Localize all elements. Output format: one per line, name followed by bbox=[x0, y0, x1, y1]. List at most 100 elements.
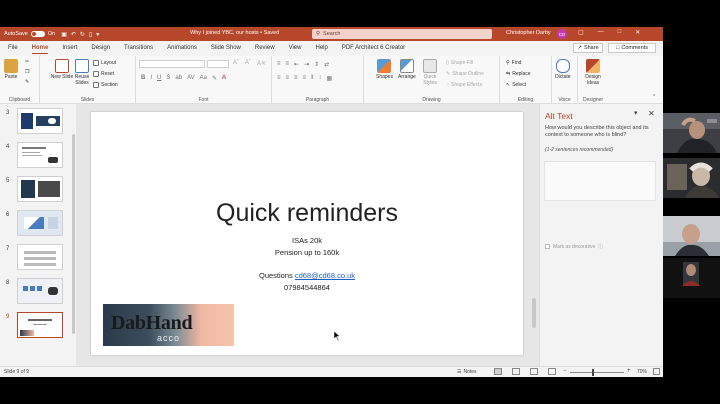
thumbnail-slide-9[interactable]: 9 bbox=[0, 312, 76, 344]
maximize-icon[interactable]: □ bbox=[618, 29, 622, 36]
italic-icon[interactable]: I bbox=[150, 75, 152, 82]
font-name-box[interactable] bbox=[139, 60, 205, 68]
zoom-level[interactable]: 70% bbox=[637, 369, 647, 375]
tab-review[interactable]: Review bbox=[255, 45, 275, 51]
highlight-icon[interactable]: ✎ bbox=[212, 75, 217, 82]
thumbnail-slide-7[interactable]: 7 bbox=[0, 244, 76, 276]
tab-slide-show[interactable]: Slide Show bbox=[211, 45, 241, 51]
case-icon[interactable]: Aa bbox=[200, 75, 207, 82]
reuse-slides-button[interactable]: Reuse Slides bbox=[71, 59, 93, 86]
font-size-box[interactable] bbox=[207, 60, 229, 68]
thumbnail-scroll-knob[interactable] bbox=[72, 134, 75, 334]
dabhand-logo[interactable]: DabHand acco bbox=[103, 304, 234, 346]
save-icon[interactable]: ▣ bbox=[61, 31, 67, 38]
shape-outline-button[interactable]: ✎ Shape Outline bbox=[446, 71, 484, 77]
zoom-in-icon[interactable]: + bbox=[627, 368, 631, 374]
decrease-font-icon[interactable]: Aˇ bbox=[245, 60, 251, 66]
normal-view-icon[interactable] bbox=[494, 368, 502, 375]
slide-scroll-knob[interactable] bbox=[532, 298, 536, 328]
fit-to-window-icon[interactable] bbox=[653, 368, 660, 375]
slide-sorter-icon[interactable] bbox=[512, 368, 520, 375]
participant-video-4[interactable] bbox=[663, 258, 720, 298]
clear-format-icon[interactable]: A✕ bbox=[257, 60, 266, 67]
strikethrough-icon[interactable]: ab bbox=[175, 75, 182, 82]
increase-font-icon[interactable]: Aˆ bbox=[233, 60, 239, 66]
dictate-button[interactable]: Dictate bbox=[555, 59, 571, 80]
reset-button[interactable]: Reset bbox=[93, 71, 114, 77]
paste-button[interactable]: Paste bbox=[4, 59, 18, 80]
participant-video-3[interactable] bbox=[663, 216, 720, 256]
avatar[interactable]: CD bbox=[557, 29, 567, 39]
bullets-icon[interactable]: ≡ bbox=[277, 61, 281, 68]
undo-icon[interactable]: ↶ bbox=[71, 31, 76, 38]
zoom-slider-knob[interactable] bbox=[592, 369, 594, 376]
slide-line-pension[interactable]: Pension up to 160k bbox=[91, 248, 523, 257]
autosave-toggle[interactable] bbox=[30, 31, 45, 37]
comments-button[interactable]: □ Comments bbox=[608, 43, 656, 53]
line-spacing-icon[interactable]: ⇕ bbox=[314, 61, 319, 68]
tab-help[interactable]: Help bbox=[315, 45, 327, 51]
bold-icon[interactable]: B bbox=[141, 75, 145, 82]
thumbnail-slide-4[interactable]: 4 bbox=[0, 142, 76, 174]
pane-close-icon[interactable]: ✕ bbox=[648, 109, 655, 118]
shape-effects-button[interactable]: ○ Shape Effects bbox=[446, 82, 482, 88]
thumbnail-slide-8[interactable]: 8 bbox=[0, 278, 76, 310]
reading-view-icon[interactable] bbox=[530, 368, 538, 375]
quick-styles-button[interactable]: Quick Styles bbox=[420, 59, 440, 86]
spacing-icon[interactable]: AV bbox=[187, 75, 195, 82]
close-icon[interactable]: ✕ bbox=[635, 29, 640, 36]
notes-button[interactable]: ☰ Notes bbox=[457, 369, 477, 375]
replace-button[interactable]: ⇆ Replace bbox=[506, 71, 531, 77]
thumbnail-slide-3[interactable]: 3 bbox=[0, 108, 76, 140]
align-text-icon[interactable]: ↕ bbox=[319, 75, 322, 82]
share-button[interactable]: ↗ Share bbox=[573, 43, 603, 53]
font-color-icon[interactable]: A bbox=[222, 75, 226, 82]
document-title[interactable]: Why I joined YBC, our hosts • Saved bbox=[190, 30, 279, 36]
align-right-icon[interactable]: ≡ bbox=[294, 75, 298, 82]
decrease-indent-icon[interactable]: ⇤ bbox=[294, 61, 299, 68]
format-painter-icon[interactable]: ✎ bbox=[25, 79, 29, 85]
pane-options-icon[interactable]: ▾ bbox=[634, 109, 638, 117]
shadow-icon[interactable]: S bbox=[166, 75, 170, 82]
copy-icon[interactable]: ❐ bbox=[25, 69, 29, 75]
tab-animations[interactable]: Animations bbox=[167, 45, 197, 51]
ribbon-display-icon[interactable]: ▢ bbox=[578, 29, 584, 36]
align-left-icon[interactable]: ≡ bbox=[277, 75, 281, 82]
tab-file[interactable]: File bbox=[8, 45, 18, 51]
slide-line-questions[interactable]: Questions cd68@cd68.co.uk bbox=[91, 271, 523, 280]
autosave-control[interactable]: AutoSave On bbox=[4, 31, 55, 37]
present-icon[interactable]: ▯ bbox=[89, 31, 92, 38]
user-name[interactable]: Christopher Darby bbox=[506, 30, 551, 36]
numbering-icon[interactable]: ≡ bbox=[286, 61, 290, 68]
text-direction-icon[interactable]: ⇄ bbox=[324, 61, 329, 68]
slide-scrollbar[interactable] bbox=[531, 108, 537, 362]
find-button[interactable]: ⚲ Find bbox=[506, 60, 521, 66]
increase-indent-icon[interactable]: ⇥ bbox=[304, 61, 309, 68]
minimize-icon[interactable]: — bbox=[598, 29, 604, 36]
collapse-ribbon-icon[interactable]: ⌃ bbox=[652, 94, 656, 100]
tab-pdf-architect-6-creator[interactable]: PDF Architect 6 Creator bbox=[342, 45, 405, 51]
customize-qat-icon[interactable]: ▾ bbox=[96, 31, 99, 38]
checkbox-icon[interactable] bbox=[545, 244, 550, 249]
arrange-button[interactable]: Arrange bbox=[398, 59, 416, 80]
participant-video-1[interactable] bbox=[663, 113, 720, 153]
tab-home[interactable]: Home bbox=[31, 45, 48, 54]
design-ideas-button[interactable]: Design Ideas bbox=[582, 59, 604, 86]
shapes-button[interactable]: Shapes bbox=[376, 59, 393, 80]
smartart-icon[interactable]: ▦ bbox=[327, 75, 333, 82]
underline-icon[interactable]: U bbox=[157, 75, 161, 82]
tab-design[interactable]: Design bbox=[91, 45, 110, 51]
zoom-slider[interactable] bbox=[570, 372, 624, 373]
participant-video-2[interactable] bbox=[663, 158, 720, 198]
layout-button[interactable]: Layout bbox=[93, 60, 116, 66]
zoom-out-icon[interactable]: − bbox=[563, 368, 567, 374]
slideshow-view-icon[interactable] bbox=[548, 368, 556, 375]
info-icon[interactable]: ⓘ bbox=[598, 243, 603, 250]
justify-icon[interactable]: ≡ bbox=[303, 75, 307, 82]
shape-fill-button[interactable]: ▯ Shape Fill bbox=[446, 60, 473, 66]
alt-text-input[interactable] bbox=[544, 161, 656, 201]
thumbnail-slide-6[interactable]: 6 bbox=[0, 210, 76, 242]
align-center-icon[interactable]: ≡ bbox=[286, 75, 290, 82]
section-button[interactable]: Section bbox=[93, 82, 118, 88]
tab-view[interactable]: View bbox=[289, 45, 302, 51]
